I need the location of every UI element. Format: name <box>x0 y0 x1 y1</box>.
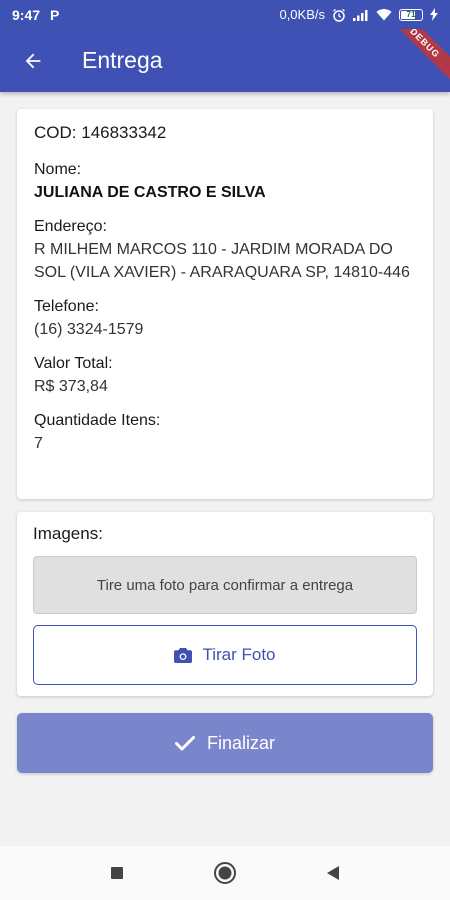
name-value: JULIANA DE CASTRO E SILVA <box>34 184 266 201</box>
phone-label: Telefone: <box>34 298 99 315</box>
charging-icon <box>430 8 438 21</box>
app-notification-icon: P <box>50 6 60 23</box>
debug-banner: DEBUG <box>380 29 450 88</box>
finalize-label: Finalizar <box>206 732 276 753</box>
battery-icon: 71 <box>399 8 423 21</box>
check-icon <box>174 736 195 751</box>
app-bar: Entrega DEBUG <box>0 29 450 92</box>
quantity-value: 7 <box>34 435 43 452</box>
triangle-back-icon <box>327 866 339 880</box>
back-nav-button[interactable] <box>318 858 348 888</box>
total-value: R$ 373,84 <box>34 378 108 395</box>
wifi-icon <box>376 8 392 21</box>
images-card: Imagens: Tire uma foto para confirmar a … <box>17 512 433 696</box>
signal-icon <box>353 9 369 21</box>
phone-value: (16) 3324-1579 <box>34 321 144 338</box>
delivery-code: COD: 146833342 <box>34 123 416 143</box>
code-label: COD: <box>34 123 77 142</box>
finalize-button[interactable]: Finalizar <box>17 713 433 773</box>
network-speed: 0,0KB/s <box>279 7 325 22</box>
name-field: Nome: JULIANA DE CASTRO E SILVA <box>34 159 416 204</box>
total-field: Valor Total: R$ 373,84 <box>34 353 416 398</box>
status-time: 9:47 <box>12 6 41 23</box>
system-nav-bar <box>0 846 450 900</box>
take-photo-label: Tirar Foto <box>202 645 276 664</box>
name-label: Nome: <box>34 161 82 178</box>
photo-placeholder: Tire uma foto para confirmar a entrega <box>33 556 417 614</box>
back-button[interactable] <box>5 33 61 89</box>
phone-field: Telefone: (16) 3324-1579 <box>34 296 416 341</box>
take-photo-button[interactable]: Tirar Foto <box>33 625 417 685</box>
battery-level: 71 <box>406 10 416 19</box>
address-value: R MILHEM MARCOS 110 - JARDIM MORADA DO S… <box>34 241 410 281</box>
quantity-label: Quantidade Itens: <box>34 412 161 429</box>
quantity-field: Quantidade Itens: 7 <box>34 410 416 455</box>
alarm-icon <box>332 8 346 22</box>
square-icon <box>111 867 123 879</box>
page-title: Entrega <box>82 47 163 73</box>
status-left: 9:47 P <box>12 7 59 23</box>
circle-icon <box>214 862 236 884</box>
arrow-back-icon <box>25 53 41 68</box>
code-value: 146833342 <box>81 123 167 142</box>
images-label: Imagens: <box>33 524 103 543</box>
delivery-info-card: COD: 146833342 Nome: JULIANA DE CASTRO E… <box>17 109 433 499</box>
status-right: 0,0KB/s 71 <box>279 7 438 22</box>
recents-button[interactable] <box>102 858 132 888</box>
address-field: Endereço: R MILHEM MARCOS 110 - JARDIM M… <box>34 216 416 284</box>
camera-icon <box>174 647 193 663</box>
status-bar: 9:47 P 0,0KB/s 71 <box>0 0 450 29</box>
photo-placeholder-text: Tire uma foto para confirmar a entrega <box>96 576 354 594</box>
home-button[interactable] <box>210 858 240 888</box>
total-label: Valor Total: <box>34 355 113 372</box>
address-label: Endereço: <box>34 218 107 235</box>
